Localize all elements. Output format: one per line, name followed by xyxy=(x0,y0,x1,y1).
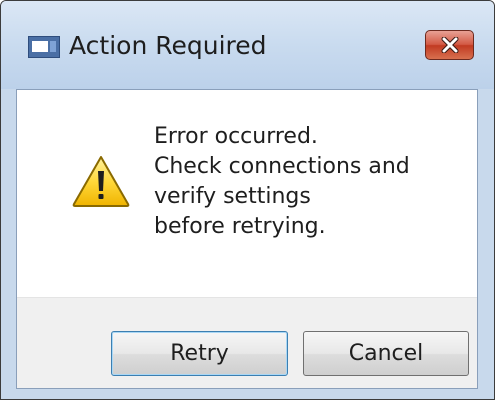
warning-icon xyxy=(72,156,130,207)
message-text: Error occurred. Check connections and ve… xyxy=(154,122,464,242)
message-area: Error occurred. Check connections and ve… xyxy=(17,90,477,297)
dialog-window: Action Required Error occurred. Check co… xyxy=(0,0,495,400)
window-app-icon xyxy=(28,36,60,58)
close-icon xyxy=(441,37,458,53)
cancel-button[interactable]: Cancel xyxy=(303,331,469,376)
title-bar[interactable]: Action Required xyxy=(1,1,494,89)
message-line: Error occurred. xyxy=(154,124,318,149)
retry-button[interactable]: Retry xyxy=(111,331,288,376)
button-bar: Retry Cancel xyxy=(17,297,477,388)
message-line: before retrying. xyxy=(154,214,326,239)
dialog-body: Error occurred. Check connections and ve… xyxy=(16,89,478,389)
message-line: Check connections and xyxy=(154,154,410,179)
close-button[interactable] xyxy=(425,30,474,60)
message-line: verify settings xyxy=(154,184,311,209)
window-title: Action Required xyxy=(69,31,267,60)
